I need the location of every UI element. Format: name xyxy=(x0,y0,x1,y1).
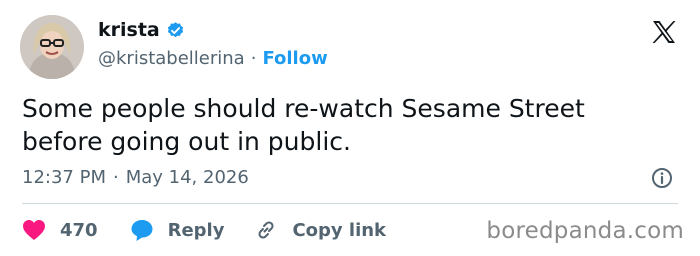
info-icon[interactable] xyxy=(651,167,673,189)
verified-badge-icon xyxy=(166,21,185,40)
author-name-row: krista xyxy=(98,19,185,41)
speech-bubble-icon xyxy=(131,220,153,241)
like-button[interactable]: 470 xyxy=(22,219,98,241)
handle-row: @kristabellerina · Follow xyxy=(98,48,328,69)
author-name[interactable]: krista xyxy=(98,19,160,41)
author-handle[interactable]: @kristabellerina xyxy=(98,48,245,69)
handle-separator: · xyxy=(250,48,257,69)
tweet-time: 12:37 PM xyxy=(22,167,106,188)
tweet-timestamp[interactable]: 12:37 PM · May 14, 2026 xyxy=(22,167,249,188)
tweet-date: May 14, 2026 xyxy=(125,167,249,188)
like-count: 470 xyxy=(60,219,98,241)
avatar[interactable] xyxy=(20,15,84,79)
tweet-text-line: before going out in public. xyxy=(22,127,351,156)
copy-link-label: Copy link xyxy=(292,219,387,241)
tweet-card: krista @kristabellerina · Follow Some pe… xyxy=(0,0,700,256)
divider xyxy=(22,203,678,204)
link-icon xyxy=(258,221,274,239)
copy-link-button[interactable]: Copy link xyxy=(254,218,386,242)
reply-button[interactable]: Reply xyxy=(130,218,225,242)
timestamp-separator: · xyxy=(112,167,119,188)
avatar-image xyxy=(20,15,84,79)
reply-label: Reply xyxy=(167,219,225,241)
action-bar: 470 Reply Copy link xyxy=(22,217,386,243)
tweet-text-line: Some people should re-watch Sesame Stree… xyxy=(22,94,585,123)
tweet-text: Some people should re-watch Sesame Stree… xyxy=(22,92,672,158)
x-logo-icon[interactable] xyxy=(651,19,677,45)
watermark: boredpanda.com xyxy=(486,218,684,244)
heart-icon xyxy=(23,220,45,240)
follow-button[interactable]: Follow xyxy=(262,48,327,69)
